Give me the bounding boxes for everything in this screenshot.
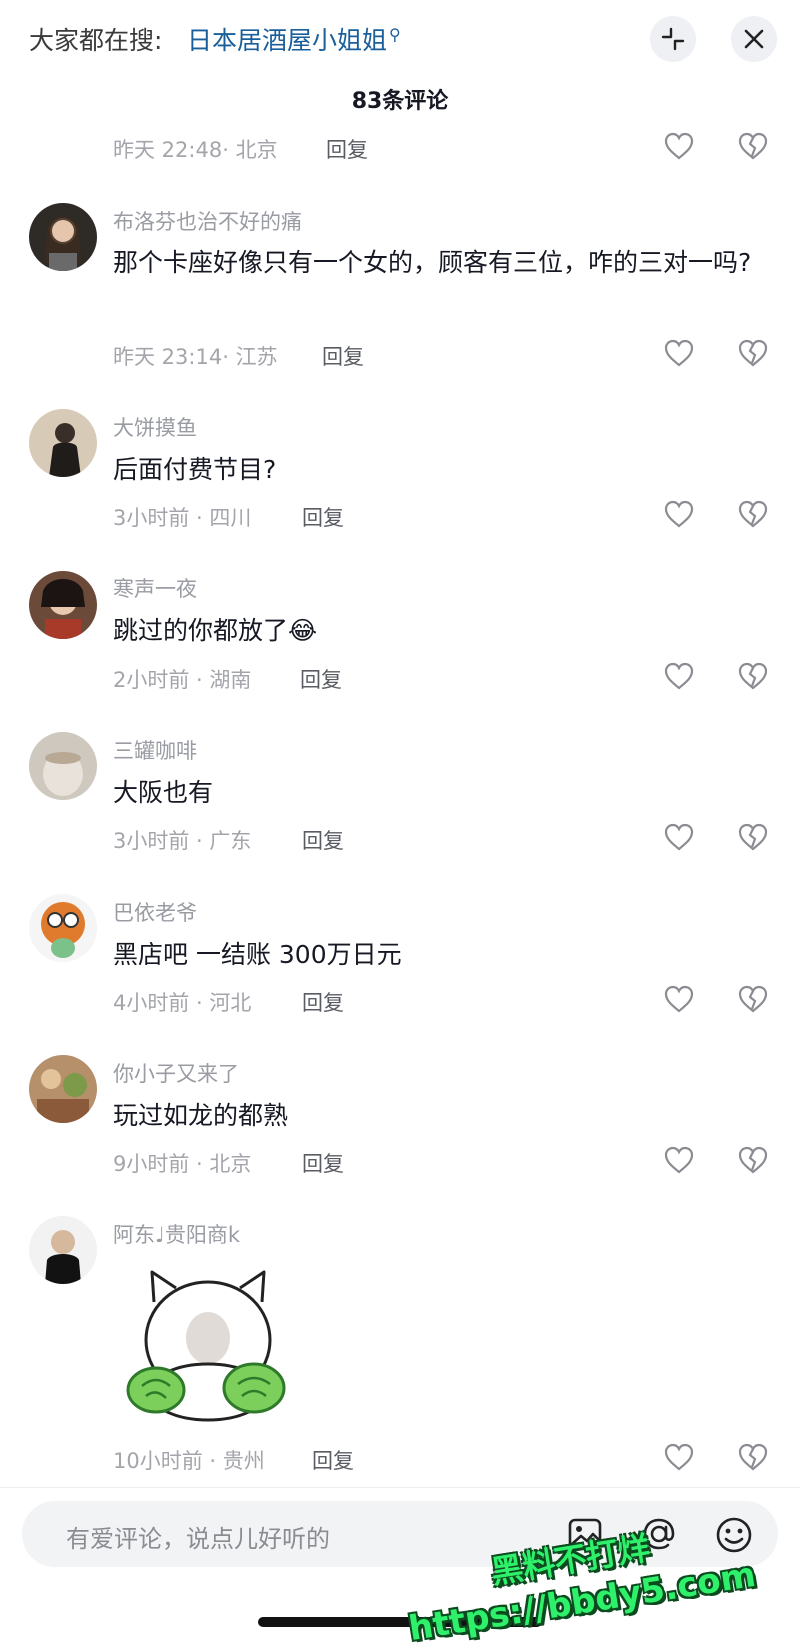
comment-username[interactable]: 大饼摸鱼 bbox=[113, 412, 197, 442]
close-icon bbox=[744, 29, 764, 49]
collapse-button[interactable] bbox=[650, 16, 696, 62]
emoji-icon[interactable] bbox=[715, 1516, 753, 1554]
search-icon: ⚲ bbox=[389, 24, 401, 44]
comment-username[interactable]: 阿东♩贵阳商k bbox=[113, 1219, 240, 1249]
dislike-icon[interactable] bbox=[737, 131, 769, 161]
dislike-icon[interactable] bbox=[737, 338, 769, 368]
reply-button[interactable]: 回复 bbox=[322, 341, 364, 371]
cat-holding-cabbage-sticker[interactable] bbox=[124, 1268, 292, 1430]
comment-text: 黑店吧 一结账 300万日元 bbox=[113, 940, 402, 969]
comment-username[interactable]: 寒声一夜 bbox=[113, 573, 197, 603]
dislike-icon[interactable] bbox=[737, 1442, 769, 1472]
dislike-icon[interactable] bbox=[737, 984, 769, 1014]
comment-input-placeholder: 有爱评论，说点儿好听的 bbox=[66, 1525, 330, 1553]
avatar[interactable] bbox=[29, 409, 97, 477]
comment-meta: 9小时前 · 北京 bbox=[113, 1152, 252, 1176]
comment-meta: 3小时前 · 四川 bbox=[113, 506, 252, 530]
comment-text: 跳过的你都放了😂 bbox=[113, 616, 318, 645]
dislike-icon[interactable] bbox=[737, 822, 769, 852]
reply-button[interactable]: 回复 bbox=[302, 1148, 344, 1178]
comment-meta: 4小时前 · 河北 bbox=[113, 991, 252, 1015]
dislike-icon[interactable] bbox=[737, 661, 769, 691]
comment-text: 大阪也有 bbox=[113, 778, 214, 807]
comment-username[interactable]: 你小子又来了 bbox=[113, 1058, 239, 1088]
comment-meta: 10小时前 · 贵州 bbox=[113, 1449, 265, 1473]
comments-header: 大家都在搜: 日本居酒屋小姐姐 ⚲ bbox=[0, 0, 800, 80]
comment-text: 玩过如龙的都熟 bbox=[113, 1101, 289, 1130]
trending-search-link[interactable]: 日本居酒屋小姐姐 ⚲ bbox=[187, 21, 401, 57]
heart-icon[interactable] bbox=[663, 1145, 695, 1175]
comment-username[interactable]: 巴依老爷 bbox=[113, 897, 197, 927]
comment-meta: 3小时前 · 广东 bbox=[113, 829, 252, 853]
heart-icon[interactable] bbox=[663, 1442, 695, 1472]
avatar[interactable] bbox=[29, 1055, 97, 1123]
comment-text: 后面付费节目? bbox=[113, 455, 277, 484]
comment-text: 那个卡座好像只有一个女的，顾客有三位，咋的三对一吗? bbox=[113, 248, 752, 277]
dislike-icon[interactable] bbox=[737, 499, 769, 529]
comment-input-bar: 有爱评论，说点儿好听的 bbox=[0, 1487, 800, 1642]
comment-meta: 昨天 22:48· 北京 bbox=[113, 138, 278, 162]
comment-username[interactable]: 三罐咖啡 bbox=[113, 735, 197, 765]
reply-button[interactable]: 回复 bbox=[300, 664, 342, 694]
heart-icon[interactable] bbox=[663, 499, 695, 529]
collapse-icon bbox=[661, 27, 685, 51]
avatar[interactable] bbox=[29, 894, 97, 962]
avatar[interactable] bbox=[29, 203, 97, 271]
reply-button[interactable]: 回复 bbox=[312, 1445, 354, 1475]
heart-icon[interactable] bbox=[663, 131, 695, 161]
reply-button[interactable]: 回复 bbox=[302, 987, 344, 1017]
reply-button[interactable]: 回复 bbox=[326, 134, 368, 164]
search-prefix: 大家都在搜: bbox=[29, 26, 163, 55]
heart-icon[interactable] bbox=[663, 661, 695, 691]
avatar[interactable] bbox=[29, 732, 97, 800]
comment-meta: 2小时前 · 湖南 bbox=[113, 668, 252, 692]
comment-meta: 昨天 23:14· 江苏 bbox=[113, 345, 278, 369]
avatar[interactable] bbox=[29, 1216, 97, 1284]
heart-icon[interactable] bbox=[663, 822, 695, 852]
reply-button[interactable]: 回复 bbox=[302, 502, 344, 532]
avatar[interactable] bbox=[29, 571, 97, 639]
dislike-icon[interactable] bbox=[737, 1145, 769, 1175]
heart-icon[interactable] bbox=[663, 338, 695, 368]
laugh-cry-emoji: 😂 bbox=[288, 616, 318, 645]
close-button[interactable] bbox=[731, 16, 777, 62]
reply-button[interactable]: 回复 bbox=[302, 825, 344, 855]
comment-count-title: 83条评论 bbox=[351, 89, 449, 114]
comment-username[interactable]: 布洛芬也治不好的痛 bbox=[113, 206, 302, 236]
heart-icon[interactable] bbox=[663, 984, 695, 1014]
